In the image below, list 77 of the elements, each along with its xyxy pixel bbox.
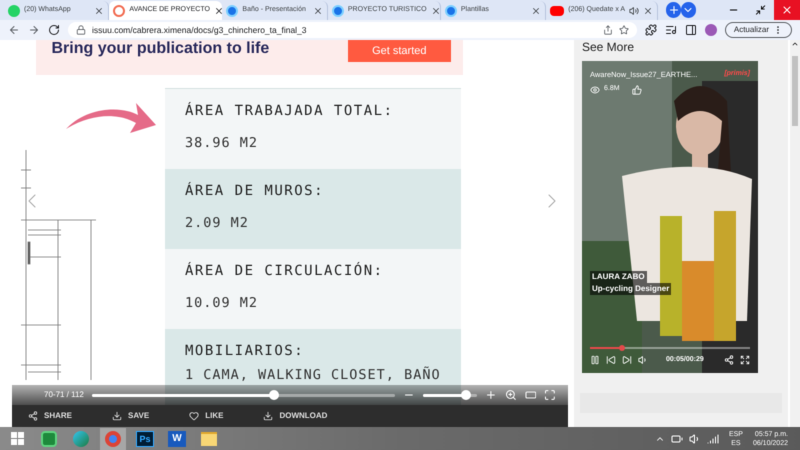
thumbs-up-icon[interactable] — [632, 84, 642, 94]
app-icon: W — [168, 430, 186, 446]
share-icon[interactable] — [602, 25, 613, 35]
taskbar-app[interactable]: Ps — [132, 428, 158, 450]
address-field[interactable]: issuu.com/cabrera.ximena/docs/g3_chinchero_ta_final_3 — [68, 22, 637, 38]
restore-icon[interactable] — [754, 4, 766, 16]
scroll-up-icon[interactable] — [791, 40, 799, 48]
volume-icon[interactable] — [638, 354, 648, 365]
browser-icon — [226, 4, 238, 16]
close-icon[interactable] — [94, 6, 104, 16]
block-value: 10.09 M2 — [185, 294, 260, 313]
browser-icon — [105, 430, 121, 446]
share-icon — [28, 411, 38, 421]
media-icon[interactable] — [664, 24, 677, 36]
previous-icon[interactable] — [606, 354, 616, 365]
action-button[interactable]: LIKE — [189, 410, 224, 422]
block-heading: ÁREA DE MUROS: — [185, 181, 326, 201]
download-icon — [263, 411, 274, 421]
scrollbar[interactable] — [790, 40, 800, 427]
block-heading: MOBILIARIOS: — [185, 342, 306, 361]
new-tab-button[interactable] — [666, 2, 681, 18]
action-button[interactable]: DOWNLOAD — [263, 410, 328, 422]
block-heading: ÁREA DE CIRCULACIÓN: — [185, 261, 385, 281]
extensions-icon[interactable] — [644, 24, 657, 36]
lock-icon — [76, 25, 86, 35]
next-icon[interactable] — [622, 354, 632, 365]
block-value: 2.09 M2 — [185, 214, 250, 233]
search-icon[interactable] — [504, 389, 516, 401]
app-icon: Ps — [136, 430, 154, 446]
person-role: Up-cycling Designer — [590, 282, 672, 294]
battery-icon[interactable] — [670, 432, 683, 444]
banner-text: Bring your publication to life — [52, 40, 270, 58]
plus-icon — [668, 4, 680, 16]
close-icon[interactable] — [643, 6, 654, 16]
page-counter: 70-71 / 112 — [44, 389, 84, 401]
reload-icon[interactable] — [48, 24, 60, 36]
browser-icon — [332, 4, 344, 16]
close-button[interactable] — [774, 0, 800, 20]
folder-icon — [201, 432, 217, 446]
action-button[interactable]: SAVE — [112, 410, 150, 422]
zoom-in-icon[interactable] — [485, 389, 497, 401]
fullscreen-icon[interactable] — [740, 354, 750, 365]
fullscreen-icon[interactable] — [544, 389, 556, 401]
curved-arrow-icon — [64, 103, 156, 135]
action-button[interactable]: SHARE — [28, 410, 72, 422]
sidebar-title: See More — [582, 40, 636, 56]
tab-search-button[interactable] — [680, 2, 696, 18]
side-panel-icon[interactable] — [684, 24, 697, 36]
back-icon[interactable] — [8, 24, 20, 36]
star-icon[interactable] — [618, 25, 629, 35]
page-slider[interactable] — [92, 389, 396, 401]
browser-icon — [73, 430, 89, 446]
ring-icon — [113, 4, 126, 16]
single-page-icon[interactable] — [524, 389, 536, 401]
close-icon[interactable] — [531, 6, 542, 16]
update-button[interactable]: Actualizar — [724, 22, 792, 38]
close-icon — [780, 4, 793, 16]
chat-icon — [8, 4, 20, 16]
pause-icon[interactable] — [590, 354, 600, 365]
person-name: LAURA ZABO — [590, 270, 647, 282]
eye-icon — [590, 84, 600, 94]
browser-icon — [444, 4, 457, 16]
avatar-icon[interactable] — [704, 24, 717, 36]
close-icon[interactable] — [214, 6, 224, 16]
zoom-slider[interactable] — [423, 389, 477, 401]
speaker-icon[interactable] — [688, 432, 701, 444]
heart-icon — [189, 411, 200, 421]
taskbar-app[interactable]: W — [164, 428, 190, 450]
close-icon[interactable] — [312, 6, 323, 16]
block-heading: ÁREA TRABAJADA TOTAL: — [185, 101, 395, 121]
forward-icon[interactable] — [28, 24, 40, 36]
share-icon[interactable] — [724, 354, 734, 365]
close-icon[interactable] — [430, 6, 441, 16]
block-value: 1 CAMA, WALKING CLOSET, BAÑO — [185, 366, 441, 385]
block-value: 38.96 M2 — [185, 134, 260, 153]
download-icon — [112, 411, 122, 421]
windows-icon — [10, 432, 24, 445]
